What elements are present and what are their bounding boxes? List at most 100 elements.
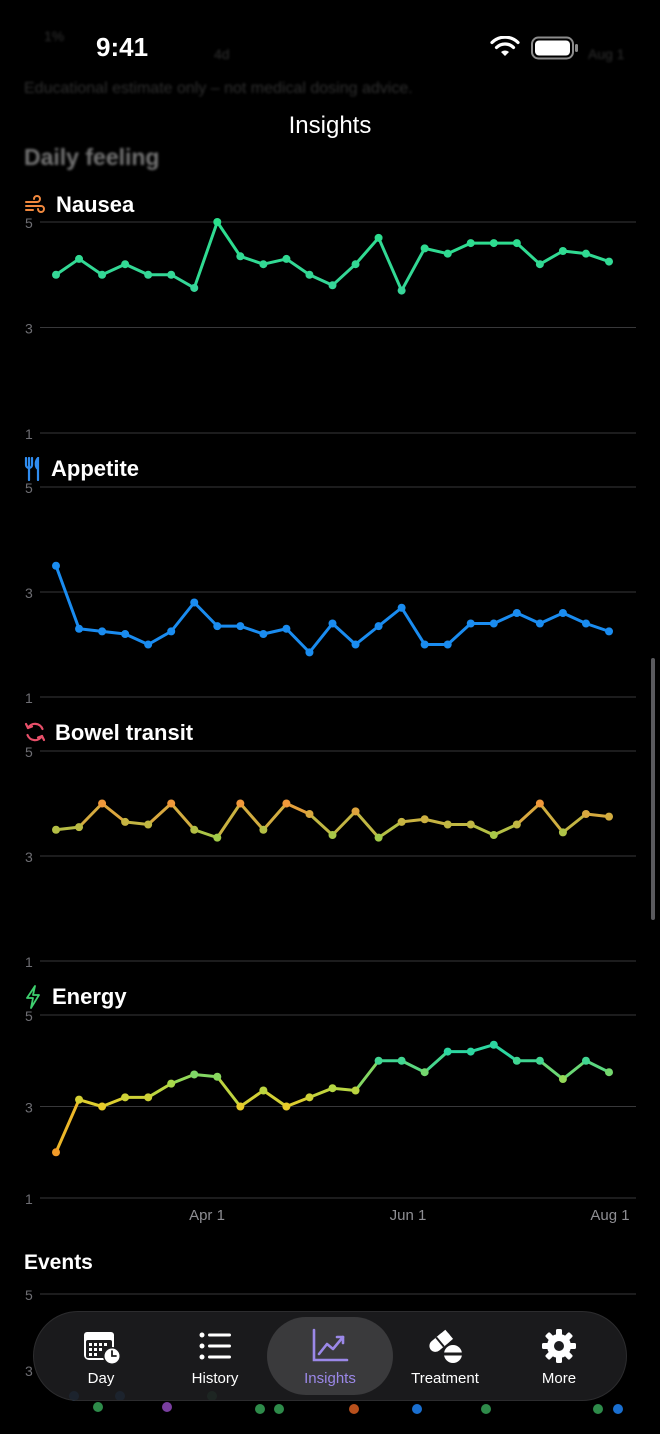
events-y-tick: 5 <box>25 1287 33 1303</box>
energy-data-point <box>190 1070 199 1079</box>
appetite-line-segment <box>169 601 196 633</box>
nausea-data-point <box>420 244 429 253</box>
bowel-transit-data-point <box>213 833 222 842</box>
nausea-data-point <box>98 270 107 279</box>
energy-data-point <box>581 1056 590 1065</box>
tab-day[interactable]: Day <box>44 1312 158 1400</box>
energy-line-segment <box>146 1082 173 1099</box>
tab-treatment[interactable]: Treatment <box>388 1312 502 1400</box>
tab-history[interactable]: History <box>158 1312 272 1400</box>
appetite-data-point <box>259 630 268 638</box>
appetite-data-point <box>305 648 314 657</box>
bowel-transit-line-segment <box>515 802 542 826</box>
nausea-line-segment <box>331 262 358 287</box>
appetite-data-point <box>52 561 60 570</box>
appetite-data-point <box>98 627 107 636</box>
appetite-data-point <box>190 598 199 607</box>
tab-more[interactable]: More <box>502 1312 616 1400</box>
appetite-data-point <box>144 640 153 649</box>
energy-data-point <box>535 1056 544 1065</box>
appetite-data-point <box>512 609 521 617</box>
appetite-y-tick: 3 <box>25 585 33 601</box>
appetite-line-segment <box>54 564 81 631</box>
energy-data-point <box>75 1095 84 1104</box>
bowel-transit-line-segment <box>77 802 104 829</box>
bowel-transit-line-segment <box>354 809 381 840</box>
x-axis-tick: Apr 1 <box>189 1207 225 1224</box>
energy-line-segment <box>238 1088 265 1108</box>
nausea-y-tick: 1 <box>25 426 33 442</box>
bowel-transit-data-point <box>535 799 544 808</box>
appetite-line-segment <box>354 624 381 646</box>
event-marker <box>274 1404 284 1414</box>
bowel-transit-data-point <box>443 820 452 829</box>
bowel-transit-data-point <box>121 817 130 826</box>
scroll-indicator[interactable] <box>651 658 655 920</box>
bowel-transit-data-point <box>144 820 153 829</box>
nausea-data-point <box>328 281 337 290</box>
energy-data-point <box>374 1056 383 1065</box>
tab-history-label: History <box>191 1370 239 1387</box>
bowel-transit-data-point <box>305 810 314 818</box>
nausea-line-segment <box>377 236 404 293</box>
bowel-transit-data-point <box>512 820 521 829</box>
energy-data-point <box>420 1068 429 1077</box>
bowel-transit-line-segment <box>331 809 358 837</box>
appetite-data-point <box>581 619 590 628</box>
events-y-tick: 3 <box>25 1363 33 1379</box>
event-marker <box>349 1404 359 1414</box>
nausea-line-segment <box>284 257 311 277</box>
nausea-data-point <box>558 247 567 256</box>
x-axis-tick: Aug 1 <box>590 1207 629 1224</box>
bowel-transit-data-point <box>581 810 590 818</box>
appetite-line-segment <box>446 622 473 646</box>
tab-more-label: More <box>541 1370 577 1387</box>
bowel-transit-line-segment <box>238 802 265 832</box>
energy-data-point <box>466 1047 475 1056</box>
appetite-data-point <box>167 627 176 636</box>
energy-y-tick: 3 <box>25 1100 33 1116</box>
nausea-line-segment <box>515 241 542 266</box>
energy-data-point <box>351 1086 360 1095</box>
energy-data-point <box>236 1102 245 1111</box>
nausea-line-segment <box>77 257 104 277</box>
appetite-data-point <box>605 627 613 636</box>
nausea-data-point <box>351 260 360 269</box>
nausea-data-point <box>167 270 176 279</box>
nausea-line-segment <box>192 220 219 290</box>
tab-treatment-label: Treatment <box>411 1370 479 1387</box>
bowel-transit-y-tick: 3 <box>25 849 33 865</box>
bowel-transit-data-point <box>75 823 84 832</box>
appetite-line-segment <box>307 622 334 654</box>
nausea-data-point <box>282 254 291 263</box>
energy-data-point <box>328 1084 337 1093</box>
insights-charts: 5 3 1 5 3 1 5 3 1 5 3 1 Apr 1 Jun 1 Aug 1 5 3 <box>25 215 636 1414</box>
energy-data-point <box>512 1056 521 1065</box>
nausea-data-point <box>374 233 383 242</box>
nausea-data-point <box>443 249 452 258</box>
energy-data-point <box>167 1079 176 1088</box>
x-axis-tick: Jun 1 <box>390 1207 427 1224</box>
list-icon <box>199 1332 231 1360</box>
nausea-data-point <box>605 257 613 266</box>
energy-line-segment <box>561 1059 588 1081</box>
event-marker <box>412 1404 422 1414</box>
appetite-data-point <box>351 640 360 649</box>
energy-y-tick: 5 <box>25 1008 33 1024</box>
nausea-data-point <box>213 218 222 226</box>
tab-insights[interactable]: Insights <box>273 1312 387 1400</box>
energy-data-point <box>397 1056 406 1065</box>
event-marker <box>93 1402 103 1412</box>
energy-data-point <box>605 1068 613 1077</box>
event-marker <box>593 1404 603 1414</box>
tab-insights-label: Insights <box>304 1370 356 1387</box>
appetite-data-point <box>213 622 222 631</box>
bowel-transit-data-point <box>605 812 613 821</box>
appetite-line-segment <box>284 627 311 654</box>
energy-data-point <box>121 1093 130 1102</box>
energy-data-point <box>144 1093 153 1102</box>
bowel-transit-data-point <box>167 799 176 808</box>
appetite-data-point <box>282 624 291 633</box>
nausea-data-point <box>190 283 199 292</box>
bowel-transit-line-segment <box>307 812 334 837</box>
